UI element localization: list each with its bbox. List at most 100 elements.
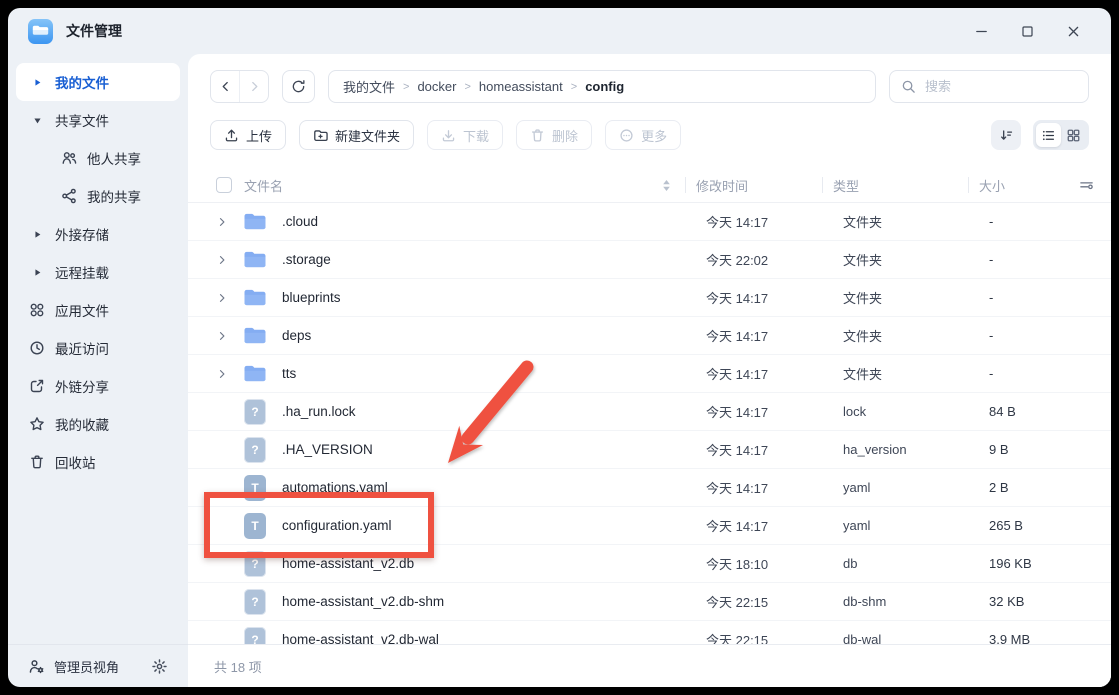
sort-button[interactable] (991, 120, 1021, 150)
sidebar-item[interactable]: 我的文件 (16, 63, 180, 101)
sidebar-item[interactable]: 我的收藏 (16, 405, 180, 443)
column-name-label[interactable]: 文件名 (244, 176, 283, 195)
download-button[interactable]: 下载 (427, 120, 503, 150)
sidebar-item[interactable]: 我的共享 (16, 177, 180, 215)
maximize-icon[interactable] (1018, 22, 1037, 41)
breadcrumb-separator: > (571, 81, 577, 93)
sidebar-item-label: 我的文件 (55, 72, 109, 92)
file-modified-time: 今天 14:17 (696, 288, 833, 307)
toolbar-button-label: 上传 (246, 126, 272, 145)
file-modified-time: 今天 14:17 (696, 212, 833, 231)
close-icon[interactable] (1064, 22, 1083, 41)
table-row[interactable]: ?home-assistant_v2.db-wal今天 22:15db-wal3… (188, 621, 1111, 644)
breadcrumb-segment[interactable]: 我的文件 (343, 77, 395, 96)
expand-chevron-icon[interactable] (212, 254, 232, 266)
breadcrumb: 我的文件>docker>homeassistant>config (328, 70, 876, 103)
expand-chevron-icon[interactable] (212, 216, 232, 228)
column-settings-icon[interactable] (1072, 178, 1100, 193)
sidebar-item-label: 我的共享 (87, 186, 141, 206)
column-size-label[interactable]: 大小 (979, 176, 1005, 195)
file-name: configuration.yaml (282, 518, 392, 533)
table-row[interactable]: ?.HA_VERSION今天 14:17ha_version9 B (188, 431, 1111, 469)
file-type: 文件夹 (833, 364, 979, 383)
settings-gear-icon[interactable] (151, 658, 168, 675)
column-type-label[interactable]: 类型 (833, 176, 859, 195)
sidebar-item-label: 我的收藏 (55, 414, 109, 434)
list-view-button[interactable] (1036, 123, 1061, 147)
file-modified-time: 今天 22:15 (696, 630, 833, 644)
sidebar-item[interactable]: 他人共享 (16, 139, 180, 177)
table-row[interactable]: ? home-assistant_v2.db-shm 今天 22:15db-shm3… (188, 583, 1111, 621)
more-button[interactable]: 更多 (605, 120, 681, 150)
refresh-button[interactable] (282, 70, 315, 103)
file-modified-time: 今天 22:15 (696, 592, 833, 611)
star-icon (28, 415, 46, 433)
breadcrumb-segment[interactable]: docker (417, 79, 456, 94)
admin-view-label: 管理员视角 (54, 657, 119, 676)
folder-icon (242, 363, 268, 384)
select-all-checkbox[interactable] (216, 177, 232, 193)
table-row[interactable]: Tconfiguration.yaml今天 14:17yaml265 B (188, 507, 1111, 545)
file-type: 文件夹 (833, 212, 979, 231)
expand-chevron-icon[interactable] (212, 292, 232, 304)
breadcrumb-segment[interactable]: homeassistant (479, 79, 563, 94)
folder-plus-button[interactable]: 新建文件夹 (299, 120, 414, 150)
table-row[interactable]: blueprints今天 14:17文件夹- (188, 279, 1111, 317)
sidebar-item[interactable]: 共享文件 (16, 101, 180, 139)
toolbar-button-label: 更多 (641, 126, 667, 145)
sort-arrows-icon[interactable] (662, 179, 671, 192)
file-size: 265 B (979, 518, 1111, 533)
minimize-icon[interactable] (972, 22, 991, 41)
triangle-right-icon (28, 73, 46, 91)
breadcrumb-segment[interactable]: config (585, 79, 624, 94)
file-name: blueprints (282, 290, 341, 305)
sidebar-item[interactable]: 回收站 (16, 443, 180, 481)
folder-icon (242, 287, 268, 308)
sidebar: 我的文件共享文件他人共享我的共享外接存储远程挂载应用文件最近访问外链分享我的收藏… (8, 54, 188, 687)
table-row[interactable]: tts今天 14:17文件夹- (188, 355, 1111, 393)
upload-button[interactable]: 上传 (210, 120, 286, 150)
file-modified-time: 今天 14:17 (696, 516, 833, 535)
trash-button[interactable]: 删除 (516, 120, 592, 150)
sidebar-item[interactable]: 最近访问 (16, 329, 180, 367)
search-input[interactable] (923, 78, 1077, 95)
table-row[interactable]: deps今天 14:17文件夹- (188, 317, 1111, 355)
file-name: tts (282, 366, 296, 381)
sidebar-nav: 我的文件共享文件他人共享我的共享外接存储远程挂载应用文件最近访问外链分享我的收藏… (8, 63, 188, 481)
sidebar-item[interactable]: 应用文件 (16, 291, 180, 329)
navigation-row: 我的文件>docker>homeassistant>config (210, 70, 1089, 103)
window-controls (972, 22, 1111, 41)
expand-chevron-icon[interactable] (212, 330, 232, 342)
triangle-down-icon (28, 111, 46, 129)
grid-view-button[interactable] (1061, 123, 1086, 147)
search-box[interactable] (889, 70, 1089, 103)
forward-button[interactable] (239, 71, 268, 102)
table-row[interactable]: .storage今天 22:02文件夹- (188, 241, 1111, 279)
table-row[interactable]: ?.ha_run.lock今天 14:17lock84 B (188, 393, 1111, 431)
file-size: 32 KB (979, 594, 1111, 609)
table-row[interactable]: ?home-assistant_v2.db今天 18:10db196 KB (188, 545, 1111, 583)
sidebar-item[interactable]: 外链分享 (16, 367, 180, 405)
column-time-label[interactable]: 修改时间 (696, 176, 748, 195)
sidebar-item-label: 外链分享 (55, 376, 109, 396)
file-name: home-assistant_v2.db-shm (282, 594, 444, 609)
back-button[interactable] (211, 71, 239, 102)
toolbar-button-label: 下载 (463, 126, 489, 145)
table-row[interactable]: .cloud今天 14:17文件夹- (188, 203, 1111, 241)
sidebar-item[interactable]: 外接存储 (16, 215, 180, 253)
table-row[interactable]: Tautomations.yaml今天 14:17yaml2 B (188, 469, 1111, 507)
file-type: db-shm (833, 594, 979, 609)
file-modified-time: 今天 14:17 (696, 440, 833, 459)
file-name: home-assistant_v2.db (282, 556, 414, 571)
file-size: 9 B (979, 442, 1111, 457)
sidebar-item-label: 远程挂载 (55, 262, 109, 282)
share-nodes-icon (60, 187, 78, 205)
table-header: 文件名 修改时间 类型 大小 (188, 168, 1111, 203)
file-name: deps (282, 328, 311, 343)
sidebar-item[interactable]: 远程挂载 (16, 253, 180, 291)
file-modified-time: 今天 14:17 (696, 364, 833, 383)
toolbar-buttons: 上传 新建文件夹 下载 删除 更多 (210, 120, 681, 150)
unknown-file-icon: ? (242, 589, 268, 615)
expand-chevron-icon[interactable] (212, 368, 232, 380)
file-name: .ha_run.lock (282, 404, 356, 419)
